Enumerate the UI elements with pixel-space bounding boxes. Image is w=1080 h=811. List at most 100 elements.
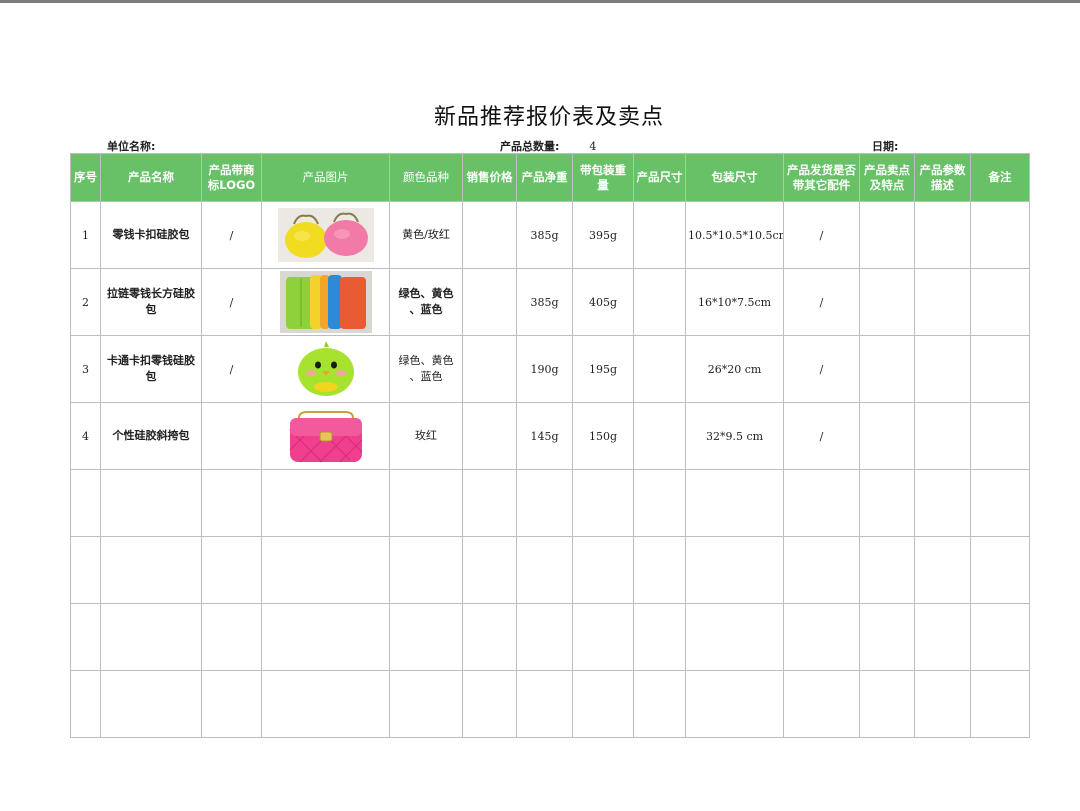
header-remarks[interactable]: 备注 [970,153,1030,202]
cell-logo[interactable]: / [201,201,262,269]
cell-empty[interactable] [201,469,262,537]
cell-package-size[interactable]: 32*9.5 cm [685,402,784,470]
cell-empty[interactable] [100,603,202,671]
cell-empty[interactable] [970,469,1030,537]
cell-product-size[interactable] [633,268,686,336]
cell-package-weight[interactable]: 150g [572,402,634,470]
cell-product-image[interactable] [261,268,390,336]
cell-params[interactable] [914,335,971,403]
cell-empty[interactable] [462,603,517,671]
cell-empty[interactable] [261,536,390,604]
cell-empty[interactable] [783,603,860,671]
cell-empty[interactable] [261,469,390,537]
header-price[interactable]: 销售价格 [462,153,517,202]
cell-empty[interactable] [201,603,262,671]
cell-empty[interactable] [633,670,686,738]
cell-empty[interactable] [783,469,860,537]
cell-empty[interactable] [859,469,915,537]
cell-empty[interactable] [859,536,915,604]
cell-product-size[interactable] [633,335,686,403]
cell-product-image[interactable] [261,201,390,269]
cell-empty[interactable] [970,536,1030,604]
cell-product-size[interactable] [633,402,686,470]
cell-empty[interactable] [70,536,101,604]
cell-product-name[interactable]: 个性硅胶斜挎包 [100,402,202,470]
cell-empty[interactable] [572,536,634,604]
cell-index[interactable]: 1 [70,201,101,269]
cell-empty[interactable] [201,536,262,604]
cell-empty[interactable] [261,670,390,738]
header-color[interactable]: 颜色品种 [389,153,463,202]
cell-empty[interactable] [914,603,971,671]
cell-empty[interactable] [389,603,463,671]
header-product-size[interactable]: 产品尺寸 [633,153,686,202]
cell-remarks[interactable] [970,201,1030,269]
cell-logo[interactable]: / [201,268,262,336]
cell-net-weight[interactable]: 385g [516,268,573,336]
cell-empty[interactable] [462,536,517,604]
header-net-weight[interactable]: 产品净重 [516,153,573,202]
cell-empty[interactable] [914,469,971,537]
cell-empty[interactable] [261,603,390,671]
cell-product-name[interactable]: 拉链零钱长方硅胶包 [100,268,202,336]
cell-accessories[interactable]: / [783,268,860,336]
header-package-weight[interactable]: 带包装重量 [572,153,634,202]
header-index[interactable]: 序号 [70,153,101,202]
cell-empty[interactable] [859,603,915,671]
cell-price[interactable] [462,268,517,336]
cell-empty[interactable] [389,670,463,738]
cell-empty[interactable] [633,603,686,671]
cell-empty[interactable] [516,603,573,671]
cell-package-size[interactable]: 10.5*10.5*10.5cm [685,201,784,269]
cell-net-weight[interactable]: 190g [516,335,573,403]
cell-product-image[interactable] [261,335,390,403]
cell-empty[interactable] [685,536,784,604]
cell-product-name[interactable]: 零钱卡扣硅胶包 [100,201,202,269]
cell-empty[interactable] [201,670,262,738]
cell-empty[interactable] [462,670,517,738]
cell-price[interactable] [462,402,517,470]
cell-empty[interactable] [572,469,634,537]
cell-product-size[interactable] [633,201,686,269]
cell-colors[interactable]: 绿色、黄色 、蓝色 [389,268,463,336]
cell-empty[interactable] [783,670,860,738]
cell-empty[interactable] [516,670,573,738]
header-params[interactable]: 产品参数 描述 [914,153,971,202]
cell-empty[interactable] [914,536,971,604]
header-selling-points[interactable]: 产品卖点 及特点 [859,153,915,202]
cell-accessories[interactable]: / [783,335,860,403]
cell-package-weight[interactable]: 395g [572,201,634,269]
cell-params[interactable] [914,201,971,269]
cell-price[interactable] [462,335,517,403]
cell-colors[interactable]: 绿色、黄色 、蓝色 [389,335,463,403]
cell-colors[interactable]: 黄色/玫红 [389,201,463,269]
header-accessories[interactable]: 产品发货是否 带其它配件 [783,153,860,202]
cell-accessories[interactable]: / [783,201,860,269]
cell-index[interactable]: 3 [70,335,101,403]
cell-empty[interactable] [70,603,101,671]
cell-empty[interactable] [914,670,971,738]
cell-empty[interactable] [572,670,634,738]
cell-package-size[interactable]: 16*10*7.5cm [685,268,784,336]
cell-package-size[interactable]: 26*20 cm [685,335,784,403]
cell-product-name[interactable]: 卡通卡扣零钱硅胶包 [100,335,202,403]
cell-remarks[interactable] [970,335,1030,403]
cell-empty[interactable] [516,469,573,537]
cell-package-weight[interactable]: 195g [572,335,634,403]
cell-accessories[interactable]: / [783,402,860,470]
cell-params[interactable] [914,402,971,470]
cell-empty[interactable] [572,603,634,671]
cell-net-weight[interactable]: 385g [516,201,573,269]
cell-empty[interactable] [462,469,517,537]
cell-selling-points[interactable] [859,268,915,336]
cell-empty[interactable] [970,603,1030,671]
cell-empty[interactable] [70,670,101,738]
cell-logo[interactable]: / [201,335,262,403]
cell-empty[interactable] [685,670,784,738]
cell-colors[interactable]: 玫红 [389,402,463,470]
cell-index[interactable]: 2 [70,268,101,336]
cell-empty[interactable] [859,670,915,738]
cell-empty[interactable] [783,536,860,604]
cell-selling-points[interactable] [859,402,915,470]
cell-empty[interactable] [100,536,202,604]
